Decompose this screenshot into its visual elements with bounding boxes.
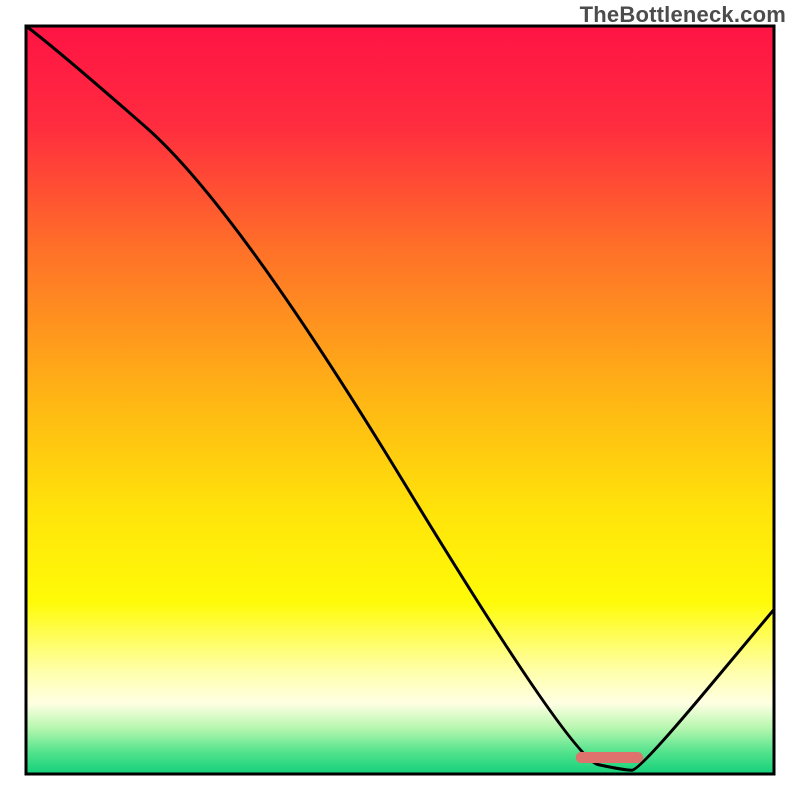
sweet-spot-marker [576,752,643,763]
chart-container: TheBottleneck.com [0,0,800,800]
watermark-text: TheBottleneck.com [580,2,786,28]
plot-background [26,26,774,774]
bottleneck-chart [0,0,800,800]
